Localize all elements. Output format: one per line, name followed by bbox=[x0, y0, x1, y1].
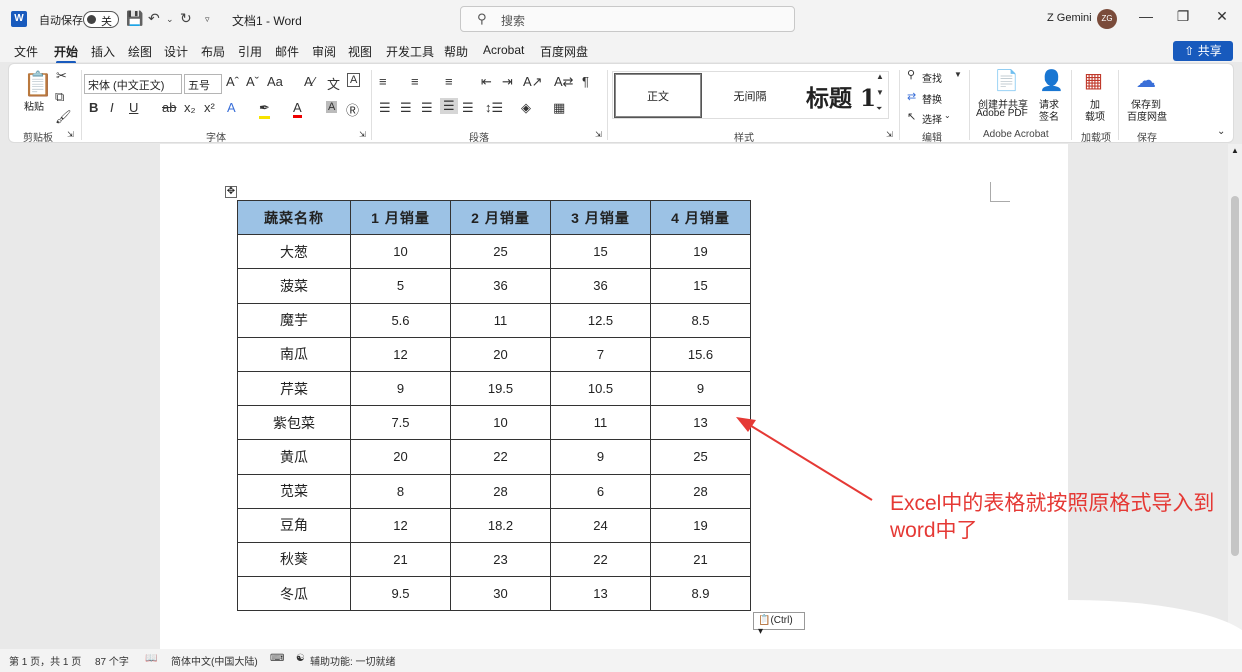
annotation-arrow bbox=[736, 417, 873, 501]
arrow-head bbox=[736, 417, 756, 432]
proofing-icon[interactable]: 📖 bbox=[145, 653, 157, 664]
annotation-text: Excel中的表格就按照原格式导入到word中了 bbox=[890, 492, 1215, 542]
accessibility-status[interactable]: 辅助功能: 一切就绪 bbox=[310, 653, 396, 668]
status-bar: 第 1 页，共 1 页 87 个字 📖 简体中文(中国大陆) ⌨ ☯ 辅助功能:… bbox=[0, 649, 1242, 672]
arrow-line bbox=[747, 423, 873, 501]
page-count[interactable]: 第 1 页，共 1 页 bbox=[9, 653, 81, 668]
language[interactable]: 简体中文(中国大陆) bbox=[171, 653, 258, 668]
word-count[interactable]: 87 个字 bbox=[95, 653, 129, 668]
accessibility-icon[interactable]: ☯ bbox=[296, 653, 305, 664]
text-predictions-icon[interactable]: ⌨ bbox=[270, 653, 284, 664]
